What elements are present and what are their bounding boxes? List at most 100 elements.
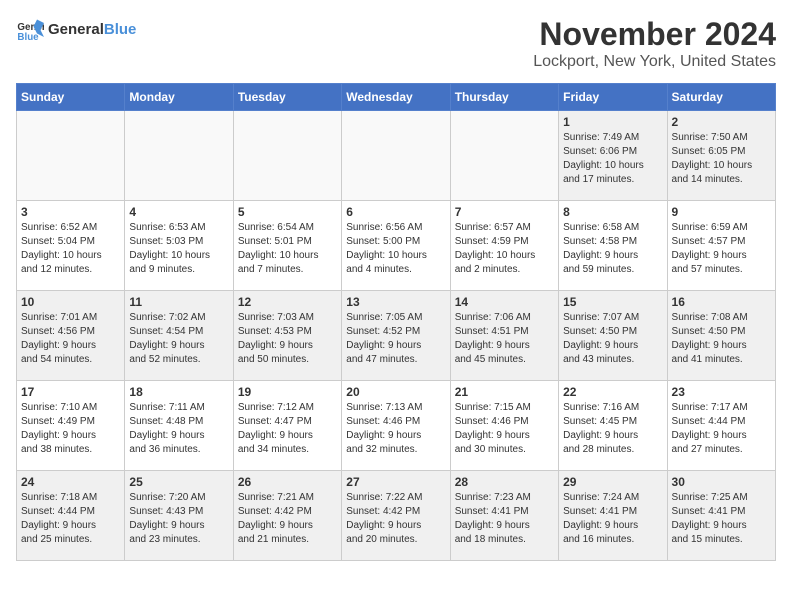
calendar-week-4: 17 Sunrise: 7:10 AM Sunset: 4:49 PM Dayli… xyxy=(17,381,776,471)
day-number: 11 xyxy=(129,295,228,309)
calendar-cell: 3 Sunrise: 6:52 AM Sunset: 5:04 PM Daylig… xyxy=(17,201,125,291)
calendar-week-1: 1 Sunrise: 7:49 AM Sunset: 6:06 PM Daylig… xyxy=(17,111,776,201)
calendar-cell: 17 Sunrise: 7:10 AM Sunset: 4:49 PM Dayli… xyxy=(17,381,125,471)
calendar-cell xyxy=(450,111,558,201)
calendar-week-2: 3 Sunrise: 6:52 AM Sunset: 5:04 PM Daylig… xyxy=(17,201,776,291)
day-number: 13 xyxy=(346,295,445,309)
day-info: Sunrise: 6:54 AM Sunset: 5:01 PM Dayligh… xyxy=(238,221,337,277)
day-number: 23 xyxy=(672,385,771,399)
day-info: Sunrise: 7:21 AM Sunset: 4:42 PM Dayligh… xyxy=(238,491,337,547)
day-info: Sunrise: 7:10 AM Sunset: 4:49 PM Dayligh… xyxy=(21,401,120,457)
day-info: Sunrise: 7:25 AM Sunset: 4:41 PM Dayligh… xyxy=(672,491,771,547)
calendar-cell: 24 Sunrise: 7:18 AM Sunset: 4:44 PM Dayli… xyxy=(17,471,125,561)
calendar-cell: 21 Sunrise: 7:15 AM Sunset: 4:46 PM Dayli… xyxy=(450,381,558,471)
logo-icon: General Blue xyxy=(16,16,44,44)
day-info: Sunrise: 7:07 AM Sunset: 4:50 PM Dayligh… xyxy=(563,311,662,367)
day-number: 5 xyxy=(238,205,337,219)
weekday-header-saturday: Saturday xyxy=(667,84,775,111)
day-number: 30 xyxy=(672,475,771,489)
weekday-header-wednesday: Wednesday xyxy=(342,84,450,111)
header: General Blue GeneralBlue November 2024 L… xyxy=(16,16,776,71)
day-info: Sunrise: 6:52 AM Sunset: 5:04 PM Dayligh… xyxy=(21,221,120,277)
day-info: Sunrise: 6:56 AM Sunset: 5:00 PM Dayligh… xyxy=(346,221,445,277)
day-info: Sunrise: 6:58 AM Sunset: 4:58 PM Dayligh… xyxy=(563,221,662,277)
day-number: 12 xyxy=(238,295,337,309)
day-info: Sunrise: 7:24 AM Sunset: 4:41 PM Dayligh… xyxy=(563,491,662,547)
day-info: Sunrise: 7:22 AM Sunset: 4:42 PM Dayligh… xyxy=(346,491,445,547)
month-title: November 2024 xyxy=(533,16,776,53)
day-info: Sunrise: 7:05 AM Sunset: 4:52 PM Dayligh… xyxy=(346,311,445,367)
calendar-cell: 9 Sunrise: 6:59 AM Sunset: 4:57 PM Daylig… xyxy=(667,201,775,291)
day-number: 24 xyxy=(21,475,120,489)
calendar-cell xyxy=(233,111,341,201)
calendar-cell: 2 Sunrise: 7:50 AM Sunset: 6:05 PM Daylig… xyxy=(667,111,775,201)
calendar-cell xyxy=(125,111,233,201)
calendar-cell: 12 Sunrise: 7:03 AM Sunset: 4:53 PM Dayli… xyxy=(233,291,341,381)
calendar-cell: 20 Sunrise: 7:13 AM Sunset: 4:46 PM Dayli… xyxy=(342,381,450,471)
day-number: 21 xyxy=(455,385,554,399)
day-number: 27 xyxy=(346,475,445,489)
day-info: Sunrise: 7:16 AM Sunset: 4:45 PM Dayligh… xyxy=(563,401,662,457)
calendar-week-5: 24 Sunrise: 7:18 AM Sunset: 4:44 PM Dayli… xyxy=(17,471,776,561)
day-info: Sunrise: 7:15 AM Sunset: 4:46 PM Dayligh… xyxy=(455,401,554,457)
calendar-cell: 26 Sunrise: 7:21 AM Sunset: 4:42 PM Dayli… xyxy=(233,471,341,561)
weekday-header-friday: Friday xyxy=(559,84,667,111)
day-number: 6 xyxy=(346,205,445,219)
logo: General Blue GeneralBlue xyxy=(16,16,136,44)
day-info: Sunrise: 6:53 AM Sunset: 5:03 PM Dayligh… xyxy=(129,221,228,277)
day-number: 1 xyxy=(563,115,662,129)
calendar-cell: 15 Sunrise: 7:07 AM Sunset: 4:50 PM Dayli… xyxy=(559,291,667,381)
calendar-cell: 5 Sunrise: 6:54 AM Sunset: 5:01 PM Daylig… xyxy=(233,201,341,291)
calendar-cell: 6 Sunrise: 6:56 AM Sunset: 5:00 PM Daylig… xyxy=(342,201,450,291)
day-number: 25 xyxy=(129,475,228,489)
day-number: 15 xyxy=(563,295,662,309)
weekday-header-tuesday: Tuesday xyxy=(233,84,341,111)
calendar-cell: 19Sunrise: 7:12 AM Sunset: 4:47 PM Dayli… xyxy=(233,381,341,471)
day-info: Sunrise: 7:20 AM Sunset: 4:43 PM Dayligh… xyxy=(129,491,228,547)
day-info: Sunrise: 7:08 AM Sunset: 4:50 PM Dayligh… xyxy=(672,311,771,367)
day-info: Sunrise: 7:17 AM Sunset: 4:44 PM Dayligh… xyxy=(672,401,771,457)
day-number: 4 xyxy=(129,205,228,219)
calendar-cell: 11Sunrise: 7:02 AM Sunset: 4:54 PM Dayli… xyxy=(125,291,233,381)
day-number: 3 xyxy=(21,205,120,219)
calendar-cell: 16Sunrise: 7:08 AM Sunset: 4:50 PM Dayli… xyxy=(667,291,775,381)
calendar-cell: 14 Sunrise: 7:06 AM Sunset: 4:51 PM Dayli… xyxy=(450,291,558,381)
logo-blue-text: Blue xyxy=(104,21,137,38)
calendar-cell: 28 Sunrise: 7:23 AM Sunset: 4:41 PM Dayli… xyxy=(450,471,558,561)
day-number: 18 xyxy=(129,385,228,399)
calendar-cell: 18 Sunrise: 7:11 AM Sunset: 4:48 PM Dayli… xyxy=(125,381,233,471)
calendar-table: SundayMondayTuesdayWednesdayThursdayFrid… xyxy=(16,83,776,561)
day-number: 17 xyxy=(21,385,120,399)
day-number: 10 xyxy=(21,295,120,309)
day-number: 20 xyxy=(346,385,445,399)
calendar-cell: 4 Sunrise: 6:53 AM Sunset: 5:03 PM Daylig… xyxy=(125,201,233,291)
day-number: 9 xyxy=(672,205,771,219)
day-info: Sunrise: 6:59 AM Sunset: 4:57 PM Dayligh… xyxy=(672,221,771,277)
day-number: 7 xyxy=(455,205,554,219)
day-info: Sunrise: 7:06 AM Sunset: 4:51 PM Dayligh… xyxy=(455,311,554,367)
day-info: Sunrise: 7:49 AM Sunset: 6:06 PM Dayligh… xyxy=(563,131,662,187)
day-number: 29 xyxy=(563,475,662,489)
title-area: November 2024 Lockport, New York, United… xyxy=(533,16,776,71)
weekday-header-row: SundayMondayTuesdayWednesdayThursdayFrid… xyxy=(17,84,776,111)
calendar-cell: 29 Sunrise: 7:24 AM Sunset: 4:41 PM Dayli… xyxy=(559,471,667,561)
day-info: Sunrise: 7:23 AM Sunset: 4:41 PM Dayligh… xyxy=(455,491,554,547)
calendar-cell: 8 Sunrise: 6:58 AM Sunset: 4:58 PM Daylig… xyxy=(559,201,667,291)
day-info: Sunrise: 7:11 AM Sunset: 4:48 PM Dayligh… xyxy=(129,401,228,457)
logo-general-text: General xyxy=(48,21,104,38)
day-info: Sunrise: 7:50 AM Sunset: 6:05 PM Dayligh… xyxy=(672,131,771,187)
day-number: 26 xyxy=(238,475,337,489)
day-info: Sunrise: 7:12 AM Sunset: 4:47 PM Dayligh… xyxy=(238,401,337,457)
location-title: Lockport, New York, United States xyxy=(533,53,776,71)
day-info: Sunrise: 7:03 AM Sunset: 4:53 PM Dayligh… xyxy=(238,311,337,367)
calendar-cell: 30 Sunrise: 7:25 AM Sunset: 4:41 PM Dayli… xyxy=(667,471,775,561)
calendar-week-3: 10Sunrise: 7:01 AM Sunset: 4:56 PM Dayli… xyxy=(17,291,776,381)
day-info: Sunrise: 7:18 AM Sunset: 4:44 PM Dayligh… xyxy=(21,491,120,547)
calendar-cell: 27 Sunrise: 7:22 AM Sunset: 4:42 PM Dayli… xyxy=(342,471,450,561)
day-number: 14 xyxy=(455,295,554,309)
day-number: 8 xyxy=(563,205,662,219)
day-info: Sunrise: 7:13 AM Sunset: 4:46 PM Dayligh… xyxy=(346,401,445,457)
calendar-cell: 10Sunrise: 7:01 AM Sunset: 4:56 PM Dayli… xyxy=(17,291,125,381)
day-number: 2 xyxy=(672,115,771,129)
day-number: 28 xyxy=(455,475,554,489)
